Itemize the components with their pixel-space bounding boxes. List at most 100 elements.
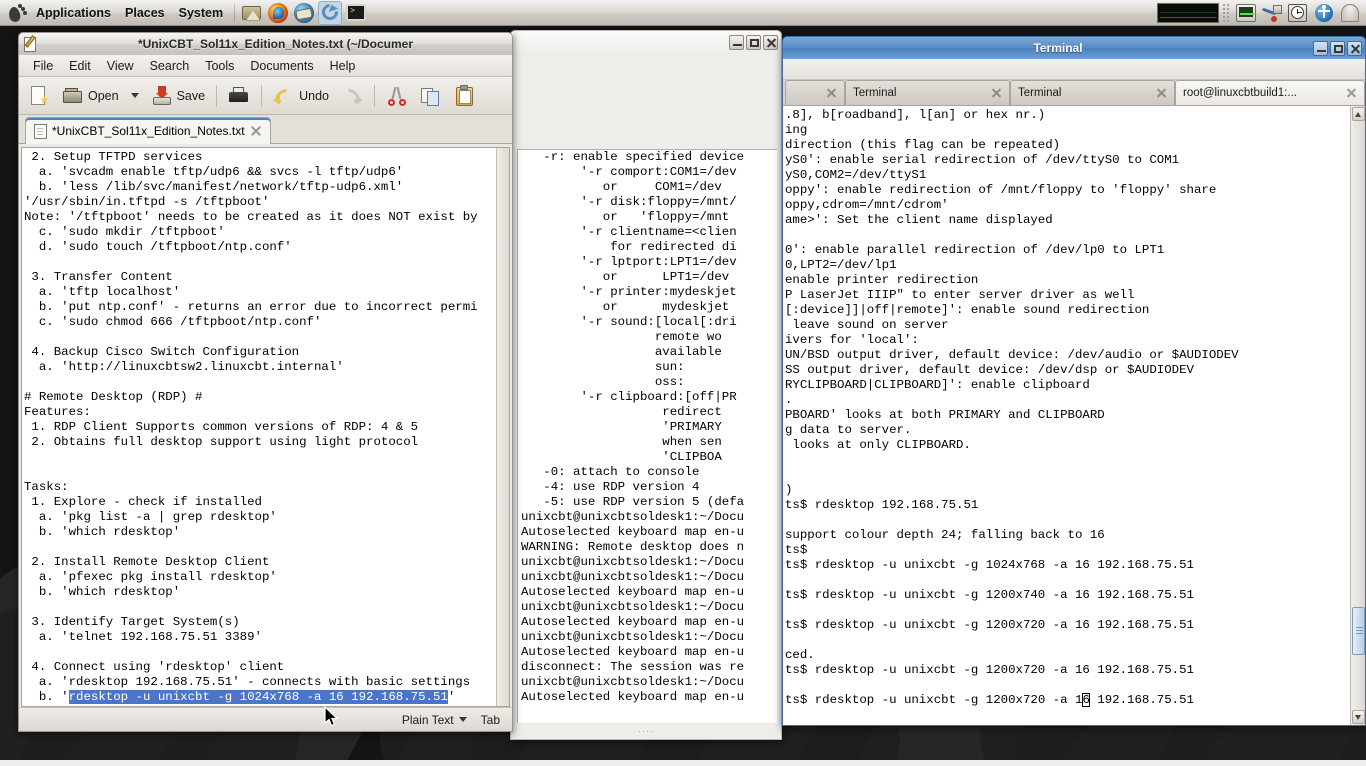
gedit-titlebar[interactable]: *UnixCBT_Sol11x_Edition_Notes.txt (~/Doc… [18,32,513,55]
midterm-body: -r: enable specified device '-r comport:… [510,53,782,740]
indent-label: Tab [480,712,500,727]
mouse-cursor [324,706,339,727]
paste-button[interactable] [449,81,481,111]
midterm-titlebar[interactable] [510,30,782,53]
gedit-selected-text: rdesktop -u unixcbt -g 1024x768 -a 16 19… [68,690,448,704]
terminal-title: Terminal [1033,41,1083,55]
chevron-down-icon [130,93,139,98]
gedit-tab-close-icon[interactable] [250,125,262,137]
cut-button[interactable] [381,81,413,111]
terminal-body: Terminal Terminal root@linuxcbtbuild1:..… [782,59,1366,726]
terminal-tab-1-close-icon[interactable] [991,88,1002,99]
menu-file[interactable]: File [25,57,61,75]
midterm-maximize-button[interactable] [746,34,761,50]
terminal-tab-1[interactable]: Terminal [845,80,1010,105]
panel-tray [1157,0,1366,26]
terminal-cursor-line-suffix: 192.168.75.51 [1089,693,1194,707]
scroll-down-button[interactable] [1351,710,1365,724]
menu-edit[interactable]: Edit [61,57,99,75]
toolbar-separator-2 [261,84,263,107]
terminal-maximize-button[interactable] [1330,40,1345,56]
gedit-tab-bar: *UnixCBT_Sol11x_Edition_Notes.txt [19,115,512,144]
clock-icon[interactable] [1286,1,1310,25]
terminal-tab-2[interactable]: Terminal [1010,80,1175,105]
file-manager-icon[interactable] [240,1,264,25]
panel-menu-applications[interactable]: Applications [29,4,118,22]
update-manager-icon[interactable] [318,0,343,25]
midterm-minimize-button[interactable] [729,34,744,50]
copy-icon [420,85,442,107]
gedit-menubar: File Edit View Search Tools Documents He… [19,55,512,77]
bluetooth-icon[interactable] [1338,1,1362,25]
open-dropdown-button[interactable] [126,81,144,111]
gedit-vertical-scrollbar[interactable] [496,148,509,706]
panel-separator [234,3,236,22]
panel-menu-system[interactable]: System [172,4,230,22]
terminal-tab-0[interactable] [785,80,845,105]
menu-help[interactable]: Help [322,57,364,75]
menu-documents[interactable]: Documents [242,57,321,75]
undo-button-label: Undo [299,88,329,103]
menu-view[interactable]: View [99,57,142,75]
save-button[interactable]: Save [146,81,211,111]
terminal-menubar[interactable] [783,59,1365,80]
redo-button[interactable] [336,81,368,111]
terminal-close-button[interactable] [1347,40,1362,56]
network-icon[interactable] [1260,1,1284,25]
menu-tools[interactable]: Tools [197,57,242,75]
system-monitor-applet[interactable] [1157,2,1219,23]
gedit-editor-area[interactable]: 2. Setup TFTPD services a. 'svcadm enabl… [21,147,510,707]
panel-drag-handle[interactable] [1222,2,1230,23]
terminal-cursor: 6 [1082,693,1090,707]
terminal-icon[interactable] [344,1,368,25]
language-selector[interactable]: Plain Text [402,713,467,727]
terminal-vertical-scrollbar[interactable] [1350,106,1365,725]
terminal-tab-2-label: Terminal [1018,87,1062,99]
language-label: Plain Text [401,712,454,727]
toolbar-separator-1 [216,84,218,107]
panel-menu-places[interactable]: Places [118,4,172,22]
terminal-tab-3-label: root@linuxcbtbuild1:... [1183,87,1297,99]
open-button[interactable]: Open [57,81,124,111]
terminal-output: .8], b[roadband], l[an] or hex nr.) ing … [785,108,1239,707]
new-document-button[interactable] [23,81,55,111]
open-folder-icon [62,85,84,107]
gedit-text[interactable]: 2. Setup TFTPD services a. 'svcadm enabl… [22,148,496,706]
document-icon [34,123,47,139]
accessibility-icon[interactable] [1312,1,1336,25]
menu-search[interactable]: Search [142,57,198,75]
new-document-icon [28,85,50,107]
midterm-resize-grip[interactable]: ···· [511,723,781,739]
save-icon [151,85,173,107]
terminal-tab-3[interactable]: root@linuxcbtbuild1:... [1175,80,1365,105]
terminal-screen[interactable]: .8], b[roadband], l[an] or hex nr.) ing … [783,106,1350,725]
terminal-minimize-button[interactable] [1313,40,1328,56]
copy-button[interactable] [415,81,447,111]
system-monitor-icon[interactable] [1234,1,1258,25]
gedit-tab-notes[interactable]: *UnixCBT_Sol11x_Edition_Notes.txt [25,117,271,144]
midterm-close-button[interactable] [763,34,778,50]
midterm-screen[interactable]: -r: enable specified device '-r comport:… [517,149,777,723]
background-terminal-window[interactable]: -r: enable specified device '-r comport:… [510,30,782,740]
gedit-window[interactable]: *UnixCBT_Sol11x_Edition_Notes.txt (~/Doc… [18,32,513,732]
top-panel: Applications Places System [0,0,1366,26]
terminal-tab-3-close-icon[interactable] [1346,88,1357,99]
scissors-icon [386,85,408,107]
chevron-down-icon [1355,714,1361,720]
redo-icon [341,85,363,107]
gedit-toolbar: Open Save Undo [19,77,512,115]
evolution-icon[interactable] [292,1,316,25]
save-button-label: Save [176,88,206,103]
toolbar-separator-3 [373,84,375,107]
scrollbar-thumb[interactable] [1352,607,1365,655]
scroll-up-button[interactable] [1351,107,1365,121]
terminal-tab-2-close-icon[interactable] [1156,88,1167,99]
terminal-titlebar[interactable]: Terminal [782,36,1366,59]
chevron-down-icon [458,717,467,722]
terminal-window[interactable]: Terminal Terminal Terminal root@linuxcbt… [782,36,1366,726]
print-button[interactable] [223,81,255,111]
firefox-icon[interactable] [266,1,290,25]
undo-button[interactable]: Undo [268,81,334,111]
terminal-tab-0-close-icon[interactable] [826,88,837,99]
terminal-tab-bar: Terminal Terminal root@linuxcbtbuild1:..… [783,80,1365,106]
